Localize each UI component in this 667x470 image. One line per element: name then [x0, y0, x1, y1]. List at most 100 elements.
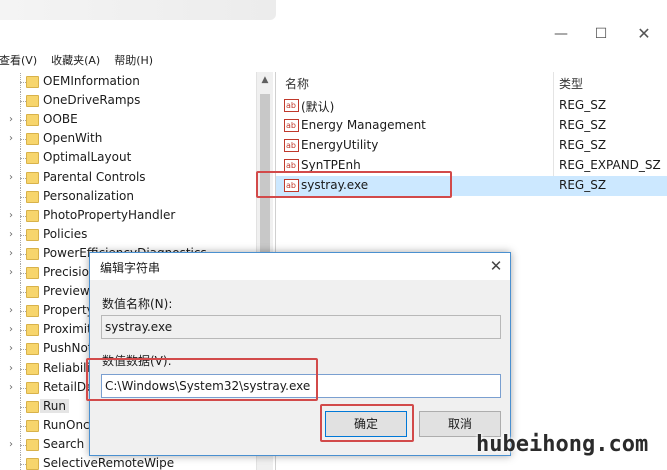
menu-help[interactable]: 帮助(H): [114, 52, 153, 68]
folder-icon: [26, 324, 39, 337]
chevron-right-icon[interactable]: [6, 77, 16, 87]
registry-value-row[interactable]: ab EnergyUtility REG_SZ: [276, 136, 667, 156]
tree-item-label: Personalization: [43, 188, 134, 203]
title-area: [0, 0, 276, 20]
column-header-name[interactable]: 名称: [285, 72, 309, 92]
highlight-box-data: [86, 358, 318, 401]
tree-item[interactable]: › OOBE: [0, 111, 256, 131]
tree-item-label: OneDriveRamps: [43, 93, 141, 108]
dialog-title-bar: 编辑字符串 ✕: [90, 253, 510, 280]
close-window-button[interactable]: ✕: [629, 22, 659, 46]
dialog-close-button[interactable]: ✕: [486, 256, 506, 276]
chevron-right-icon[interactable]: ›: [6, 210, 16, 221]
chevron-right-icon[interactable]: ›: [6, 382, 16, 393]
folder-icon: [26, 267, 39, 279]
value-type: REG_EXPAND_SZ: [559, 158, 661, 172]
tree-item-label: OEMInformation: [43, 74, 140, 88]
tree-item-label: OOBE: [43, 112, 78, 127]
highlight-box-value: [256, 171, 452, 198]
value-type: REG_SZ: [559, 138, 607, 152]
string-value-icon: ab: [284, 139, 299, 152]
folder-icon: [26, 362, 39, 375]
chevron-right-icon[interactable]: [6, 96, 16, 106]
menu-bar: 查看(V) 收藏夹(A) 帮助(H): [0, 50, 667, 70]
tree-item-label: PhotoPropertyHandler: [43, 207, 176, 222]
folder-icon: [26, 76, 39, 88]
chevron-right-icon[interactable]: [6, 192, 16, 202]
tree-item-label: OptimalLayout: [43, 150, 132, 165]
minimize-button[interactable]: —: [546, 22, 576, 46]
maximize-button[interactable]: ☐: [586, 22, 616, 46]
chevron-right-icon[interactable]: [6, 421, 16, 431]
chevron-right-icon[interactable]: ›: [6, 325, 16, 335]
registry-value-row[interactable]: ab (默认) REG_SZ: [276, 96, 667, 116]
folder-icon: [26, 343, 39, 356]
value-type: REG_SZ: [559, 118, 607, 132]
string-value-icon: ab: [284, 119, 299, 132]
folder-icon: [26, 228, 39, 241]
value-name-field: systray.exe: [101, 315, 501, 339]
highlight-box-ok: [320, 404, 414, 442]
tree-item-label: Parental Controls: [43, 169, 146, 184]
chevron-right-icon[interactable]: [6, 287, 16, 297]
tree-item[interactable]: › PhotoPropertyHandler: [0, 206, 256, 226]
chevron-right-icon[interactable]: [6, 459, 16, 469]
value-name: EnergyUtility: [301, 138, 379, 152]
tree-item[interactable]: OEMInformation: [0, 73, 256, 92]
folder-icon: [26, 419, 39, 432]
value-type: REG_SZ: [559, 178, 607, 192]
folder-icon: [26, 95, 39, 108]
value-name: SynTPEnh: [301, 158, 361, 172]
tree-item-label: Policies: [43, 226, 88, 241]
string-value-icon: ab: [284, 99, 299, 112]
chevron-right-icon[interactable]: ›: [6, 115, 16, 125]
tree-item-label: Run: [40, 398, 70, 413]
tree-item[interactable]: Personalization: [0, 187, 256, 207]
menu-favorites[interactable]: 收藏夹(A): [51, 52, 100, 68]
tree-item[interactable]: OptimalLayout: [0, 149, 256, 169]
folder-icon: [26, 438, 39, 451]
tree-item[interactable]: › Parental Controls: [0, 168, 256, 188]
chevron-right-icon[interactable]: ›: [6, 344, 16, 354]
tree-item[interactable]: › OpenWith: [0, 130, 256, 150]
tree-guide-line: [20, 455, 21, 470]
folder-icon: [26, 305, 39, 318]
folder-icon: [26, 133, 39, 146]
registry-value-row[interactable]: ab Energy Management REG_SZ: [276, 116, 667, 136]
chevron-right-icon[interactable]: ›: [6, 172, 16, 183]
title-bar: — ☐ ✕: [0, 0, 667, 48]
value-type: REG_SZ: [559, 98, 607, 112]
tree-item-label: Search: [43, 436, 85, 451]
menu-view[interactable]: 查看(V): [0, 52, 37, 68]
chevron-right-icon[interactable]: ›: [6, 306, 16, 316]
folder-icon: [26, 247, 39, 260]
chevron-right-icon[interactable]: ›: [6, 268, 16, 278]
chevron-right-icon[interactable]: [6, 153, 16, 163]
chevron-right-icon[interactable]: ›: [6, 439, 16, 450]
chevron-right-icon[interactable]: ›: [6, 248, 16, 259]
folder-icon: [26, 458, 39, 470]
chevron-right-icon[interactable]: [6, 402, 16, 412]
dialog-title: 编辑字符串: [100, 261, 161, 275]
tree-item[interactable]: SelectiveRemoteWipe: [0, 455, 256, 470]
column-header-type[interactable]: 类型: [559, 72, 583, 92]
tree-item-label: SelectiveRemoteWipe: [43, 456, 175, 470]
tree-item[interactable]: OneDriveRamps: [0, 92, 256, 112]
chevron-right-icon[interactable]: ›: [6, 229, 16, 240]
folder-icon: [26, 152, 39, 165]
watermark: hubeihong.com: [476, 432, 649, 457]
folder-icon: [26, 400, 39, 413]
chevron-right-icon[interactable]: ›: [6, 363, 16, 374]
folder-icon: [26, 190, 39, 203]
tree-item[interactable]: › Policies: [0, 225, 256, 245]
folder-icon: [26, 381, 39, 394]
scroll-up-icon[interactable]: ▲: [257, 72, 273, 89]
folder-icon: [26, 286, 39, 299]
value-name-label: 数值名称(N):: [102, 297, 173, 311]
edit-string-dialog: 编辑字符串 ✕ 数值名称(N): systray.exe 数值数据(V): C:…: [89, 252, 511, 456]
folder-icon: [26, 171, 39, 184]
folder-icon: [26, 209, 39, 222]
value-name: Energy Management: [301, 118, 426, 132]
chevron-right-icon[interactable]: ›: [6, 134, 16, 144]
value-name: (默认): [301, 100, 335, 114]
